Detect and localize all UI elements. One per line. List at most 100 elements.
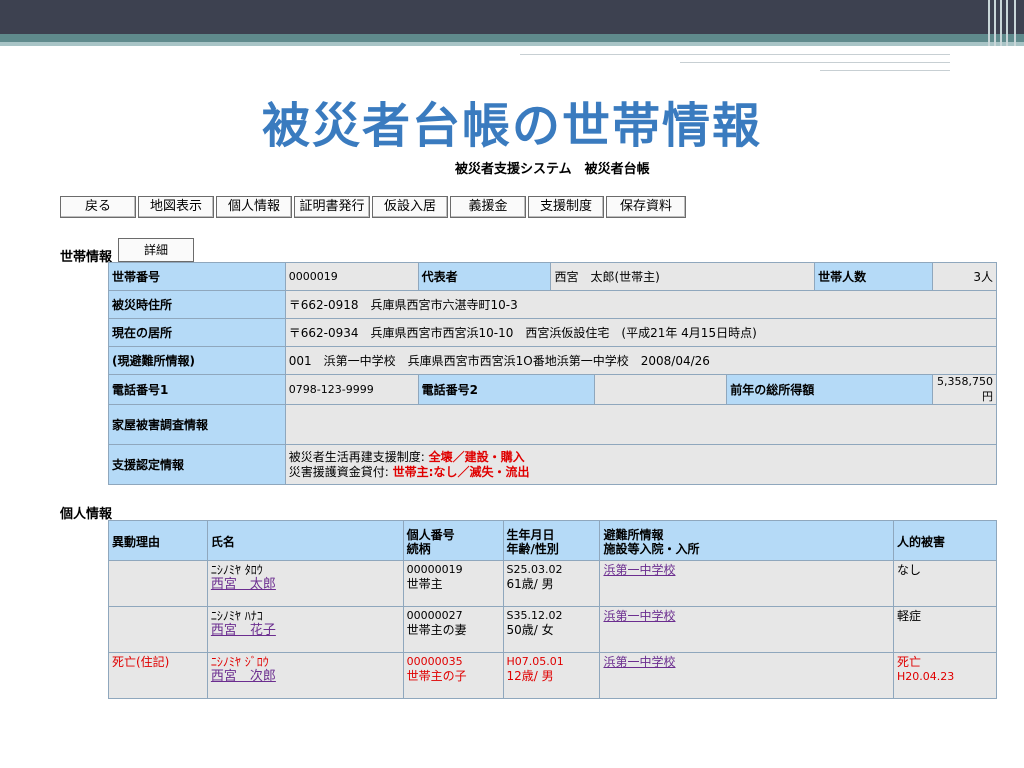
system-title: 被災者支援システム 被災者台帳	[455, 162, 650, 177]
birth-date: S25.03.02	[506, 563, 563, 576]
address-at-disaster-label: 被災時住所	[108, 290, 286, 319]
kana: ﾆｼﾉﾐﾔ ｼﾞﾛｳ	[210, 655, 269, 669]
back-button[interactable]: 戻る	[60, 196, 136, 218]
shelter-link[interactable]: 浜第一中学校	[603, 563, 675, 577]
household-row: 世帯番号 0000019 代表者 西宮 太郎(世帯主) 世帯人数 3人	[108, 262, 998, 291]
person-id: 00000027	[406, 609, 463, 622]
household-section-label: 世帯情報	[60, 250, 113, 265]
shelter-link[interactable]: 浜第一中学校	[603, 655, 675, 669]
evacuation-info-label: (現避難所情報)	[108, 346, 286, 375]
kana: ﾆｼﾉﾐﾔ ﾊﾅｺ	[210, 609, 263, 623]
reason-cell	[108, 606, 208, 653]
birth-cell: S25.03.02 61歳/ 男	[502, 560, 601, 607]
name-cell: ﾆｼﾉﾐﾔ ﾊﾅｺ 西宮 花子	[206, 606, 404, 653]
saved-documents-button[interactable]: 保存資料	[606, 196, 686, 218]
map-view-button[interactable]: 地図表示	[138, 196, 214, 218]
household-no-value: 0000019	[284, 262, 419, 291]
support-line1-value: 全壊／建設・購入	[428, 449, 525, 464]
col-damage: 人的被害	[893, 520, 997, 561]
col-id-line2: 続柄	[406, 541, 431, 556]
birth-cell: S35.12.02 50歳/ 女	[502, 606, 601, 653]
col-reason: 異動理由	[108, 520, 208, 561]
slide-corner-lines	[984, 0, 1024, 46]
slide-accent-bar-light	[0, 42, 1024, 46]
col-birth-line2: 年齢/性別	[506, 541, 559, 556]
address-at-disaster-value: 〒662-0918 兵庫県西宮市六湛寺町10-3	[284, 290, 998, 319]
damage-cell: なし	[893, 560, 997, 607]
relation: 世帯主の妻	[406, 623, 467, 637]
slide-top-bar	[0, 0, 1024, 34]
certificate-button[interactable]: 証明書発行	[294, 196, 370, 218]
household-no-label: 世帯番号	[108, 262, 286, 291]
person-id: 00000019	[406, 563, 463, 576]
deco-line	[520, 54, 950, 55]
relation: 世帯主	[406, 577, 443, 591]
person-id: 00000035	[406, 655, 463, 668]
damage-value: 死亡	[897, 655, 922, 669]
persons-table: 異動理由 氏名 個人番号 続柄 生年月日 年齢/性別 避難所情報 施設等入院・入所 人…	[108, 520, 997, 699]
person-name-link[interactable]: 西宮 次郎	[211, 669, 276, 684]
col-birth: 生年月日 年齢/性別	[502, 520, 601, 561]
support-line2-value: 世帯主:なし／滅失・流出	[392, 464, 530, 479]
persons-section-label: 個人情報	[60, 507, 113, 522]
birth-cell: H07.05.01 12歳/ 男	[502, 652, 601, 699]
shelter-cell: 浜第一中学校	[599, 560, 895, 607]
household-row: 現在の居所 〒662-0934 兵庫県西宮市西宮浜10-10 西宮浜仮設住宅 (…	[108, 318, 998, 347]
support-system-button[interactable]: 支援制度	[528, 196, 604, 218]
representative-label: 代表者	[417, 262, 552, 291]
household-row: 家屋被害調査情報	[108, 404, 998, 445]
reason-cell	[108, 560, 208, 607]
person-name-link[interactable]: 西宮 花子	[211, 623, 276, 638]
col-shelter-line1: 避難所情報	[603, 527, 664, 542]
table-row: ﾆｼﾉﾐﾔ ﾊﾅｺ 西宮 花子 00000027 世帯主の妻 S35.12.02 50…	[108, 606, 997, 653]
evacuation-info-value: 001 浜第一中学校 兵庫県西宮市西宮浜1O番地浜第一中学校 2008/04/2…	[284, 346, 998, 375]
shelter-link[interactable]: 浜第一中学校	[603, 609, 675, 623]
support-label: 支援認定情報	[108, 444, 286, 485]
table-row: 死亡(住記) ﾆｼﾉﾐﾔ ｼﾞﾛｳ 西宮 次郎 00000035 世帯主の子 H07…	[108, 652, 997, 699]
id-cell: 00000035 世帯主の子	[402, 652, 504, 699]
donation-button[interactable]: 義援金	[450, 196, 526, 218]
detail-button[interactable]: 詳細	[118, 238, 194, 262]
phone2-value	[594, 374, 728, 405]
damage-date: H20.04.23	[897, 670, 955, 683]
damage-cell: 死亡 H20.04.23	[893, 652, 997, 699]
persons-header-row: 異動理由 氏名 個人番号 続柄 生年月日 年齢/性別 避難所情報 施設等入院・入所 人…	[108, 520, 997, 561]
personal-info-button[interactable]: 個人情報	[216, 196, 292, 218]
phone2-label: 電話番号2	[417, 374, 596, 405]
col-name: 氏名	[206, 520, 404, 561]
income-label: 前年の総所得額	[726, 374, 933, 405]
house-damage-label: 家屋被害調査情報	[108, 404, 286, 445]
income-value: 5,358,750円	[931, 374, 998, 405]
current-residence-value: 〒662-0934 兵庫県西宮市西宮浜10-10 西宮浜仮設住宅 (平成21年 …	[284, 318, 998, 347]
col-shelter: 避難所情報 施設等入院・入所	[599, 520, 895, 561]
support-line1-label: 被災者生活再建支援制度:	[288, 449, 425, 464]
deco-line	[820, 70, 950, 71]
slide-accent-bar	[0, 34, 1024, 42]
shelter-cell: 浜第一中学校	[599, 652, 895, 699]
table-row: ﾆｼﾉﾐﾔ ﾀﾛｳ 西宮 太郎 00000019 世帯主 S25.03.02 61歳/…	[108, 560, 997, 607]
deco-line	[680, 62, 950, 63]
id-cell: 00000019 世帯主	[402, 560, 504, 607]
current-residence-label: 現在の居所	[108, 318, 286, 347]
household-count-label: 世帯人数	[814, 262, 933, 291]
birth-date: S35.12.02	[506, 609, 563, 622]
representative-value: 西宮 太郎(世帯主)	[550, 262, 816, 291]
birth-date: H07.05.01	[506, 655, 564, 668]
household-table: 世帯番号 0000019 代表者 西宮 太郎(世帯主) 世帯人数 3人 被災時住…	[108, 262, 998, 485]
household-count-value: 3人	[931, 262, 998, 291]
col-birth-line1: 生年月日	[506, 527, 555, 542]
temporary-housing-button[interactable]: 仮設入居	[372, 196, 448, 218]
kana: ﾆｼﾉﾐﾔ ﾀﾛｳ	[210, 563, 263, 577]
name-cell: ﾆｼﾉﾐﾔ ﾀﾛｳ 西宮 太郎	[206, 560, 404, 607]
damage-value: 軽症	[897, 609, 922, 623]
house-damage-value	[284, 404, 998, 445]
support-value: 被災者生活再建支援制度: 全壊／建設・購入 災害援護資金貸付: 世帯主:なし／滅…	[284, 444, 998, 485]
phone1-label: 電話番号1	[108, 374, 286, 405]
relation: 世帯主の子	[406, 669, 467, 683]
damage-value: なし	[897, 563, 922, 577]
household-row: 被災時住所 〒662-0918 兵庫県西宮市六湛寺町10-3	[108, 290, 998, 319]
person-name-link[interactable]: 西宮 太郎	[211, 577, 276, 592]
col-id-line1: 個人番号	[406, 527, 455, 542]
age-sex: 50歳/ 女	[506, 623, 554, 637]
shelter-cell: 浜第一中学校	[599, 606, 895, 653]
